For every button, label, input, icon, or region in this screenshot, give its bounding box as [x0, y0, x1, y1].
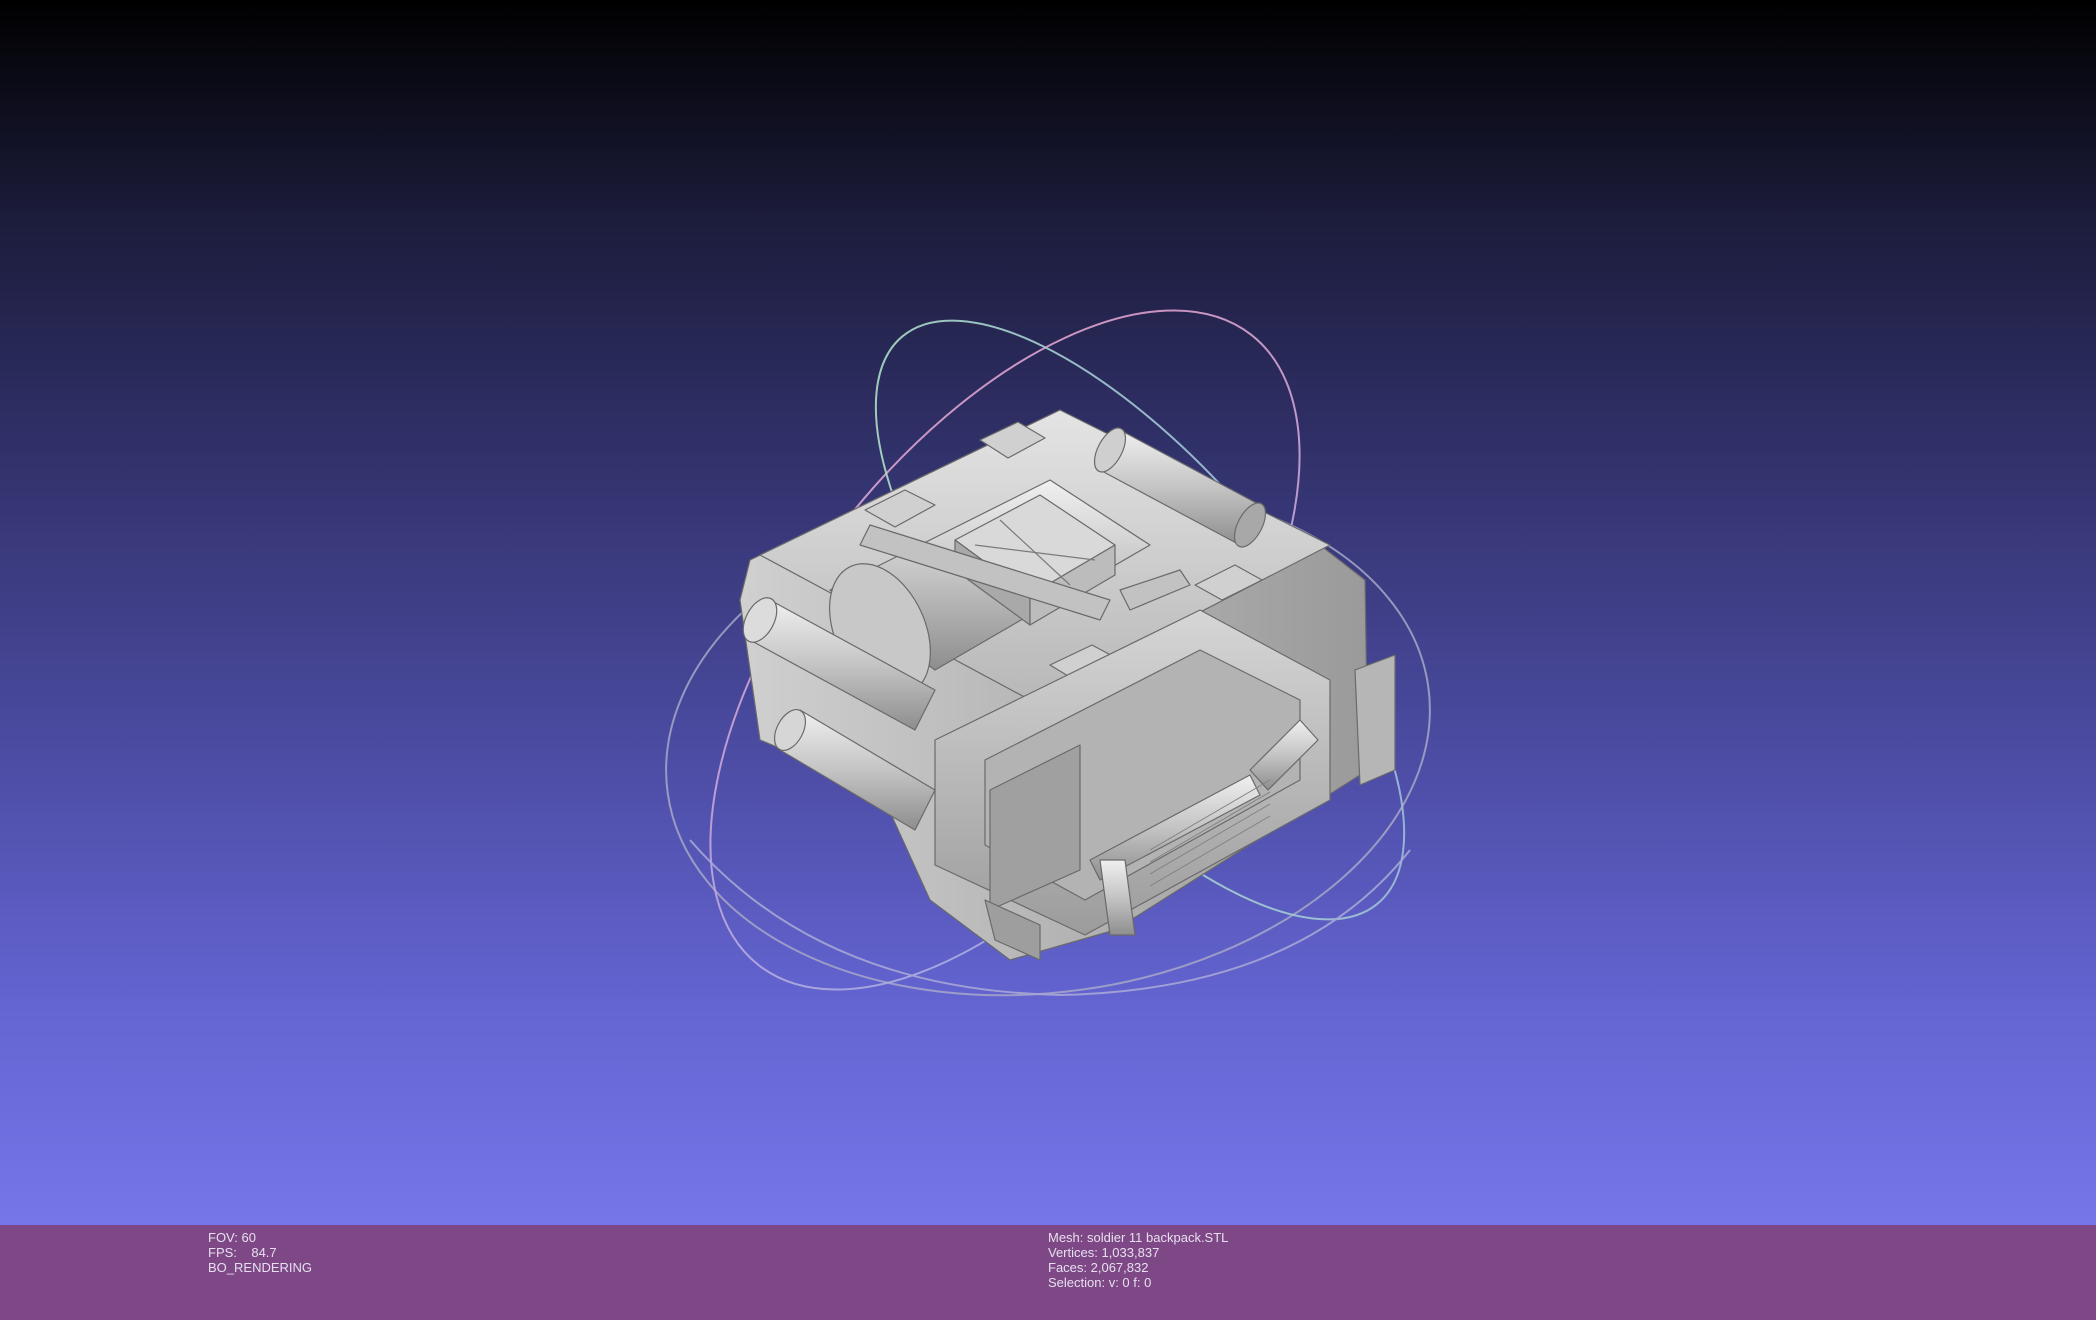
mesh-info-panel: Mesh: soldier 11 backpack.STL Vertices: … — [1048, 1230, 1228, 1290]
fps-readout: FPS: 84.7 — [208, 1245, 277, 1260]
faces-readout: Faces: 2,067,832 — [1048, 1260, 1149, 1275]
3d-viewport[interactable] — [0, 0, 2096, 1225]
vertices-readout: Vertices: 1,033,837 — [1048, 1245, 1160, 1260]
selection-readout: Selection: v: 0 f: 0 — [1048, 1275, 1152, 1290]
scene-canvas[interactable] — [0, 0, 2096, 1225]
mesh-name-readout: Mesh: soldier 11 backpack.STL — [1048, 1230, 1229, 1245]
fov-readout: FOV: 60 — [208, 1230, 256, 1245]
render-mode-readout: BO_RENDERING — [208, 1260, 313, 1275]
status-info-bar: FOV: 60 FPS: 84.7 BO_RENDERING Mesh: sol… — [0, 1225, 2096, 1320]
render-info-panel: FOV: 60 FPS: 84.7 BO_RENDERING — [208, 1230, 312, 1275]
mesh-side-bracket[interactable] — [1354, 654, 1396, 786]
